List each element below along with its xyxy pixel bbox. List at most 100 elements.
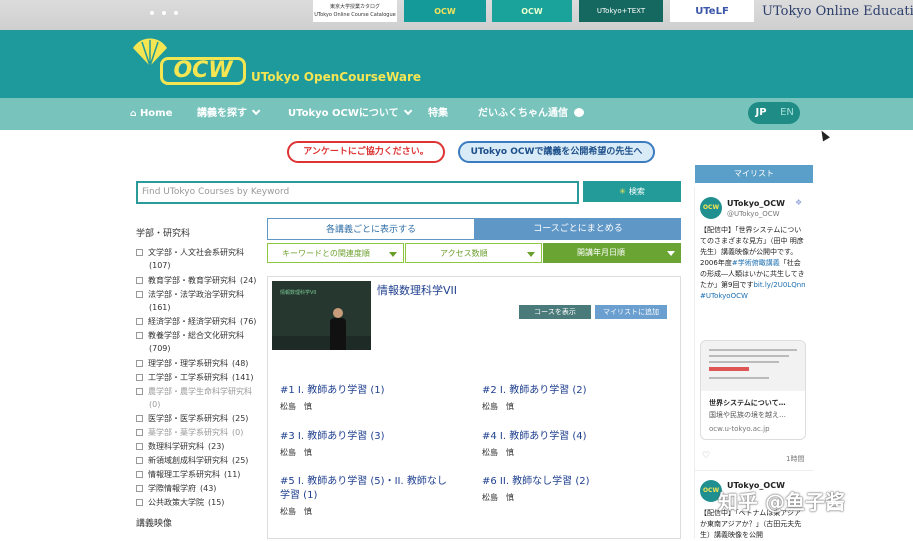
faculty-facet[interactable]: 経済学部・経済学研究科 (76): [136, 315, 256, 328]
course-thumbnail[interactable]: 情報数理科学VII: [272, 281, 371, 350]
banner-ocw-a[interactable]: OCW: [404, 0, 486, 22]
facet-count: (161): [149, 303, 171, 312]
lecture-author: 松島 慎: [280, 448, 312, 457]
faculty-facet[interactable]: 理学部・理学系研究科 (48): [136, 357, 248, 370]
lang-jp[interactable]: JP: [748, 102, 774, 124]
faculty-facet[interactable]: 教養学部・総合文化研究科 (709): [136, 329, 244, 355]
facet-label: 法学部・法学政治学研究科: [148, 290, 244, 299]
faculty-facet[interactable]: 新領域創成科学研究科 (25): [136, 454, 248, 467]
facet-count: (0): [232, 428, 244, 437]
lecture-link[interactable]: #3 I. 教師あり学習 (3): [280, 430, 455, 444]
lecture-link[interactable]: #1 I. 教師あり学習 (1): [280, 384, 455, 398]
twitter-avatar[interactable]: OCW: [700, 197, 722, 219]
lecture-link[interactable]: #6 II. 教師なし学習 (2): [482, 475, 657, 489]
show-course-button[interactable]: コースを表示: [519, 305, 591, 319]
facet-label: 新領域創成科学研究科: [148, 456, 228, 465]
faculty-facet[interactable]: 農学部・農学生命科学研究科 (0): [136, 385, 252, 411]
facet-checkbox[interactable]: [136, 332, 143, 339]
faculty-facet[interactable]: 教育学部・教育学研究科 (24): [136, 274, 256, 287]
facet-count: (76): [240, 317, 257, 326]
tweet-time[interactable]: 1時間: [786, 454, 804, 464]
survey-button[interactable]: アンケートにご協力ください。: [287, 141, 445, 163]
facet-label: 経済学部・経済学研究科: [148, 317, 236, 326]
faculty-request-button[interactable]: UTokyo OCWで講義を公開希望の先生へ: [458, 141, 655, 163]
tweet-card-description: 国境や民族の境を越え…: [709, 411, 786, 419]
mouse-cursor-icon: [818, 128, 830, 142]
facet-checkbox[interactable]: [136, 374, 143, 381]
facet-count: (23): [208, 442, 225, 451]
facet-checkbox[interactable]: [136, 318, 143, 325]
banner-ocw-b-label: OCW: [521, 6, 543, 16]
facet-checkbox[interactable]: [136, 457, 143, 464]
tweet-hashtag[interactable]: #UTokyoOCW: [700, 292, 748, 300]
banner-online-education[interactable]: UTokyo Online Educati: [762, 0, 913, 22]
facet-checkbox[interactable]: [136, 277, 143, 284]
course-title[interactable]: 情報数理科学VII: [377, 282, 457, 298]
sort-access[interactable]: アクセス数順: [405, 243, 542, 263]
facet-checkbox[interactable]: [136, 485, 143, 492]
facet-checkbox[interactable]: [136, 471, 143, 478]
nav-find-courses[interactable]: 講義を探す: [197, 98, 261, 130]
faculty-facet[interactable]: 文学部・人文社会系研究科 (107): [136, 246, 244, 272]
facet-checkbox[interactable]: [136, 429, 143, 436]
ocw-logo[interactable]: OCW: [160, 57, 246, 85]
facet-label: 学際情報学府: [148, 484, 196, 493]
tweet-link[interactable]: bit.ly/2U0LQnn: [753, 281, 805, 289]
tab-by-lecture[interactable]: 各講義ごとに表示する: [267, 218, 475, 240]
nav-newsletter[interactable]: だいふくちゃん通信: [478, 98, 585, 130]
language-switch[interactable]: JP EN: [748, 102, 800, 124]
search-button[interactable]: ✳ 検索: [583, 181, 681, 202]
lecture-link[interactable]: #4 I. 教師あり学習 (4): [482, 430, 657, 444]
tweet-hashtag[interactable]: #学術俯瞰講義: [732, 259, 780, 267]
nav-about-label: UTokyo OCWについて: [288, 108, 399, 119]
tweet-card-title: 世界システムについて…: [709, 399, 786, 407]
nav-home[interactable]: ⌂ Home: [130, 98, 172, 130]
faculty-facet[interactable]: 工学部・工学系研究科 (141): [136, 371, 254, 384]
facet-count: (43): [200, 484, 217, 493]
tweet-author-handle[interactable]: @UTokyo_OCW: [727, 210, 780, 218]
facet-label: 教育学部・教育学研究科: [148, 276, 236, 285]
facet-checkbox[interactable]: [136, 388, 143, 395]
facet-checkbox[interactable]: [136, 360, 143, 367]
faculty-facet[interactable]: 公共政策大学院 (15): [136, 496, 224, 509]
lang-en[interactable]: EN: [774, 102, 800, 124]
facet-label: 理学部・理学系研究科: [148, 359, 228, 368]
heart-icon[interactable]: ♡: [702, 451, 710, 461]
banner-catalog-sub: UTokyo Online Course Catalogue: [314, 12, 396, 18]
caret-down-icon: [667, 251, 675, 256]
tweet-author-name[interactable]: UTokyo_OCW: [727, 199, 785, 208]
tweet-divider: [694, 470, 814, 471]
facet-checkbox[interactable]: [136, 291, 143, 298]
faculty-facet[interactable]: 学際情報学府 (43): [136, 482, 216, 495]
sort-date[interactable]: 開講年月日順: [543, 243, 681, 263]
facet-checkbox[interactable]: [136, 499, 143, 506]
facet-label: 文学部・人文社会系研究科: [148, 248, 244, 257]
lecture-link[interactable]: #5 I. 教師あり学習 (5)・II. 教師なし学習 (1): [280, 475, 455, 503]
faculty-facet[interactable]: 情報理工学系研究科 (11): [136, 468, 240, 481]
facet-checkbox[interactable]: [136, 415, 143, 422]
banner-utelf[interactable]: UTeLF: [670, 0, 754, 22]
banner-ocw-b[interactable]: OCW: [492, 0, 572, 22]
facet-checkbox[interactable]: [136, 443, 143, 450]
facet-count: (107): [149, 261, 171, 270]
banner-ocw-a-label: OCW: [434, 6, 456, 16]
add-to-mylist-button[interactable]: マイリストに追加: [595, 305, 667, 319]
tweet-link-card[interactable]: 世界システムについて… 国境や民族の境を越え… ocw.u-tokyo.ac.j…: [700, 340, 806, 440]
nav-features[interactable]: 特集: [428, 98, 448, 130]
faculty-facet[interactable]: 薬学部・薬学系研究科 (0): [136, 426, 243, 439]
mylist-heading[interactable]: マイリスト: [695, 165, 813, 183]
search-input[interactable]: Find UTokyo Courses by Keyword: [136, 181, 579, 204]
faculty-facet[interactable]: 法学部・法学政治学研究科 (161): [136, 288, 244, 314]
banner-course-catalog[interactable]: 東京大学授業カタログ UTokyo Online Course Catalogu…: [313, 0, 397, 22]
carousel-dots[interactable]: [150, 0, 200, 15]
nav-about[interactable]: UTokyo OCWについて: [288, 98, 412, 130]
banner-utokyo-text[interactable]: UTokyo+TEXT: [579, 0, 663, 22]
facet-checkbox[interactable]: [136, 249, 143, 256]
faculty-facet[interactable]: 数理科学研究科 (23): [136, 440, 224, 453]
faculty-facet[interactable]: 医学部・医学系研究科 (25): [136, 412, 248, 425]
tweet-card-url: ocw.u-tokyo.ac.jp: [709, 425, 770, 433]
lecture-link[interactable]: #2 I. 教師あり学習 (2): [482, 384, 657, 398]
tab-by-course[interactable]: コースごとにまとめる: [475, 218, 681, 240]
facet-label: 医学部・医学系研究科: [148, 414, 228, 423]
sort-relevance[interactable]: キーワードとの関連度順: [267, 243, 404, 263]
